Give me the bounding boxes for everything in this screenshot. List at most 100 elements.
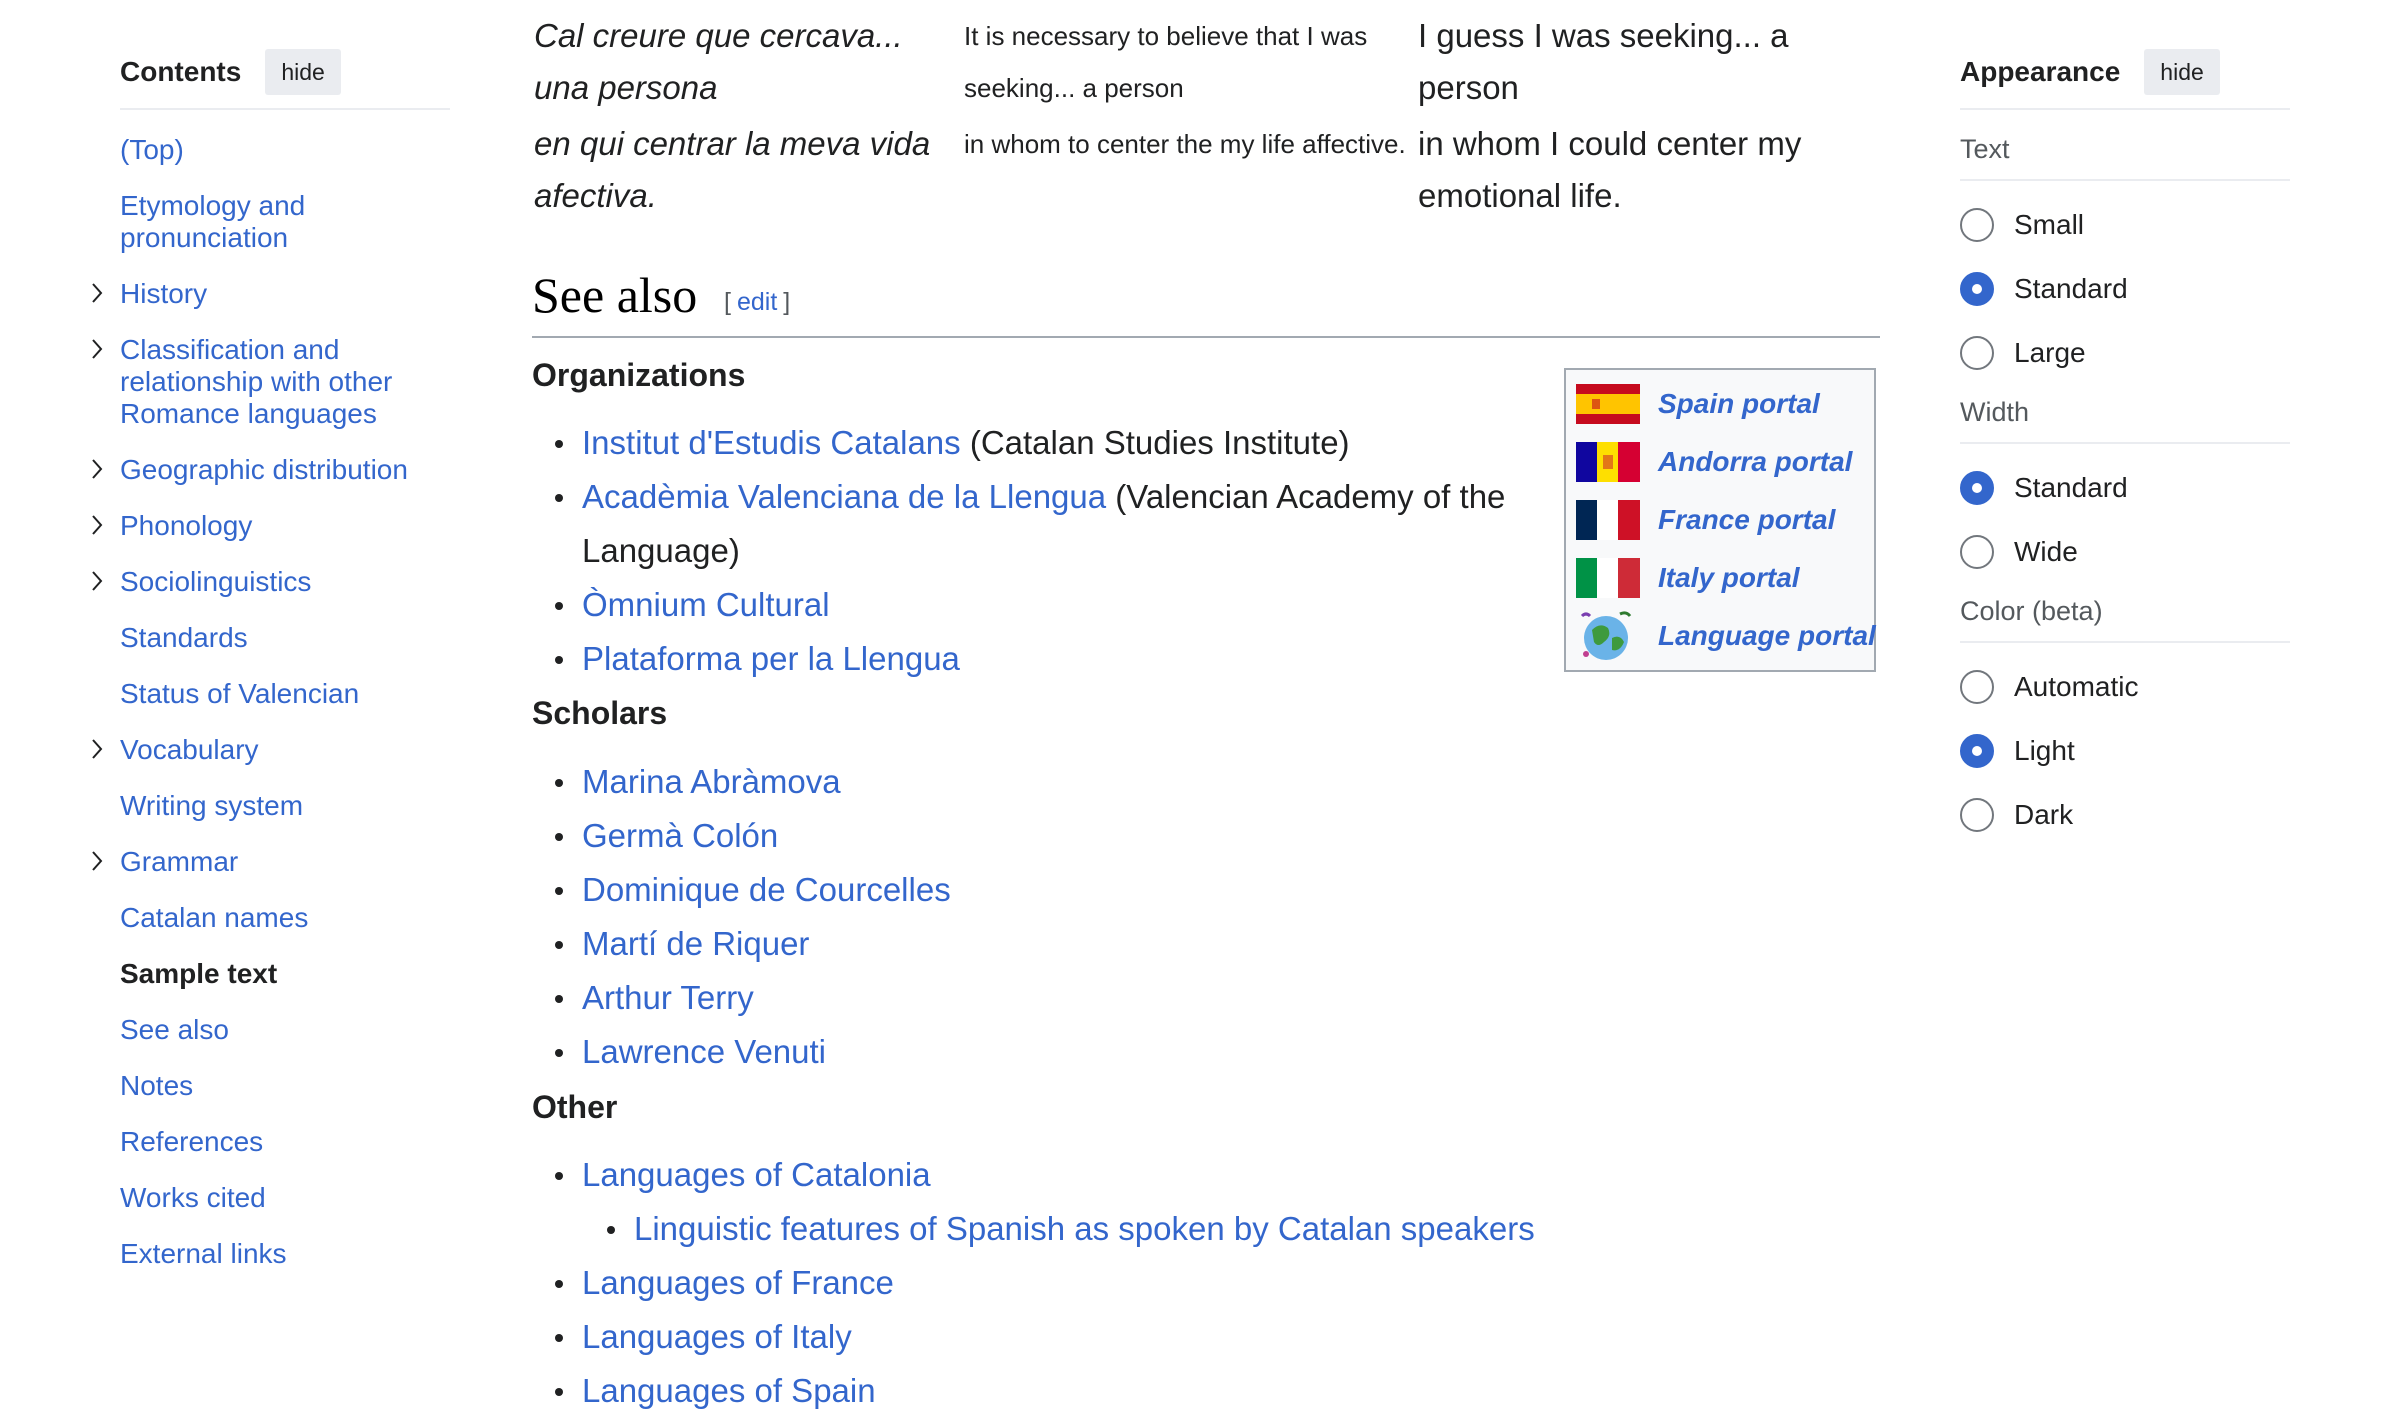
chevron-right-icon[interactable] xyxy=(86,850,108,872)
chevron-right-icon[interactable] xyxy=(86,570,108,592)
toc-item[interactable]: Status of Valencian xyxy=(120,678,450,710)
toc-item[interactable]: See also xyxy=(120,1014,450,1046)
radio-option[interactable]: Standard xyxy=(1960,468,2290,508)
toc-item[interactable]: Vocabulary xyxy=(92,734,450,766)
list-item: Institut d'Estudis Catalans (Catalan Stu… xyxy=(532,416,1532,470)
scholar-link[interactable]: Martí de Riquer xyxy=(582,925,809,962)
toc-item[interactable]: Geographic distribution xyxy=(92,454,450,486)
radio-button[interactable] xyxy=(1960,798,1994,832)
scholar-link[interactable]: Lawrence Venuti xyxy=(582,1033,826,1070)
toc-item[interactable]: Works cited xyxy=(120,1182,450,1214)
toc-item[interactable]: Grammar xyxy=(92,846,450,878)
scholar-link[interactable]: Germà Colón xyxy=(582,817,778,854)
list-item: Linguistic features of Spanish as spoken… xyxy=(532,1202,1832,1256)
radio-option[interactable]: Large xyxy=(1960,333,2290,373)
scholar-link[interactable]: Arthur Terry xyxy=(582,979,754,1016)
appearance-hide-button[interactable]: hide xyxy=(2144,49,2220,95)
chevron-right-icon[interactable] xyxy=(86,458,108,480)
radio-button[interactable] xyxy=(1960,336,1994,370)
toc-item[interactable]: Phonology xyxy=(92,510,450,542)
list-item: Acadèmia Valenciana de la Llengua (Valen… xyxy=(532,470,1532,578)
toc-item[interactable]: References xyxy=(120,1126,450,1158)
organization-link[interactable]: Acadèmia Valenciana de la Llengua xyxy=(582,478,1106,515)
toc-hide-button[interactable]: hide xyxy=(265,49,341,95)
scholar-link[interactable]: Dominique de Courcelles xyxy=(582,871,951,908)
andorra-flag-icon xyxy=(1576,442,1658,482)
other-link[interactable]: Languages of Catalonia xyxy=(582,1156,931,1193)
radio-button[interactable] xyxy=(1960,734,1994,768)
other-link[interactable]: Languages of France xyxy=(582,1264,894,1301)
toc-item[interactable]: Writing system xyxy=(120,790,450,822)
list-item: Òmnium Cultural xyxy=(532,578,1532,632)
radio-button[interactable] xyxy=(1960,535,1994,569)
appearance-group: Text Small Standard Large xyxy=(1960,134,2290,373)
toc-item-label: Vocabulary xyxy=(120,734,259,765)
toc-item-label: Writing system xyxy=(120,790,304,821)
list-item: Arthur Terry xyxy=(532,971,1532,1025)
other-heading: Other xyxy=(532,1089,618,1125)
radio-button[interactable] xyxy=(1960,208,1994,242)
toc-item[interactable]: (Top) xyxy=(120,134,450,166)
organization-link[interactable]: Plataforma per la Llengua xyxy=(582,640,960,677)
toc-item[interactable]: Classification and relationship with oth… xyxy=(92,334,450,430)
organization-description: (Catalan Studies Institute) xyxy=(960,424,1350,461)
list-item: Languages of France xyxy=(532,1256,1832,1310)
list-item: Dominique de Courcelles xyxy=(532,863,1532,917)
toc-header: Contents hide xyxy=(120,48,450,110)
toc-item[interactable]: Standards xyxy=(120,622,450,654)
gloss-text: It is necessary to believe that I was se… xyxy=(964,21,1368,103)
portal-link[interactable]: Spain portal xyxy=(1658,388,1820,420)
radio-label: Wide xyxy=(2014,536,2078,567)
edit-bracket-open: [ xyxy=(724,288,731,316)
italy-flag-icon xyxy=(1576,558,1658,598)
radio-button[interactable] xyxy=(1960,471,1994,505)
radio-label: Standard xyxy=(2014,472,2128,503)
appearance-group: Color (beta) Automatic Light Dark xyxy=(1960,596,2290,835)
appearance-groups: Text Small Standard Large Width Standard Wide C… xyxy=(1960,134,2290,835)
radio-button[interactable] xyxy=(1960,272,1994,306)
chevron-right-icon[interactable] xyxy=(86,514,108,536)
chevron-right-icon[interactable] xyxy=(86,282,108,304)
toc-title: Contents xyxy=(120,56,242,87)
list-item: Languages of Spain xyxy=(532,1364,1832,1418)
france-flag-icon xyxy=(1576,500,1658,540)
toc-item[interactable]: Sociolinguistics xyxy=(92,566,450,598)
portal-link[interactable]: Language portal xyxy=(1658,620,1876,652)
toc-item[interactable]: Notes xyxy=(120,1070,450,1102)
radio-label: Light xyxy=(2014,735,2075,766)
radio-option[interactable]: Small xyxy=(1960,205,2290,245)
radio-label: Large xyxy=(2014,337,2086,368)
radio-option[interactable]: Light xyxy=(1960,731,2290,771)
toc-item[interactable]: External links xyxy=(120,1238,450,1270)
chevron-right-icon[interactable] xyxy=(86,338,108,360)
radio-option[interactable]: Standard xyxy=(1960,269,2290,309)
toc-item[interactable]: Etymology and pronunciation xyxy=(120,190,450,254)
appearance-group-label: Text xyxy=(1960,134,2290,181)
other-link[interactable]: Linguistic features of Spanish as spoken… xyxy=(634,1210,1535,1247)
scholar-link[interactable]: Marina Abràmova xyxy=(582,763,841,800)
see-also-heading: See also [edit] xyxy=(532,260,1880,338)
toc-item[interactable]: Sample text xyxy=(120,958,450,990)
toc-item[interactable]: Catalan names xyxy=(120,902,450,934)
organization-link[interactable]: Òmnium Cultural xyxy=(582,586,830,623)
organization-link[interactable]: Institut d'Estudis Catalans xyxy=(582,424,961,461)
radio-option[interactable]: Wide xyxy=(1960,532,2290,572)
toc-item[interactable]: History xyxy=(92,278,450,310)
appearance-panel: Appearance hide Text Small Standard Large Wi… xyxy=(1960,48,2290,835)
radio-button[interactable] xyxy=(1960,670,1994,704)
scholars-heading: Scholars xyxy=(532,695,668,731)
portal-box: Spain portal Andorra portal France portal I… xyxy=(1564,368,1876,672)
other-link[interactable]: Languages of Italy xyxy=(582,1318,852,1355)
chevron-right-icon[interactable] xyxy=(86,738,108,760)
english-text: in whom I could center my emotional life… xyxy=(1418,125,1802,214)
radio-option[interactable]: Dark xyxy=(1960,795,2290,835)
portal-row: France portal xyxy=(1576,498,1835,542)
catalan-text: Cal creure que cercava... una persona xyxy=(534,17,903,106)
radio-option[interactable]: Automatic xyxy=(1960,667,2290,707)
other-link[interactable]: Languages of Spain xyxy=(582,1372,876,1409)
edit-link[interactable]: edit xyxy=(737,288,777,316)
list-item: Languages of Italy xyxy=(532,1310,1832,1364)
portal-link[interactable]: Andorra portal xyxy=(1658,446,1852,478)
portal-link[interactable]: France portal xyxy=(1658,504,1835,536)
portal-link[interactable]: Italy portal xyxy=(1658,562,1800,594)
